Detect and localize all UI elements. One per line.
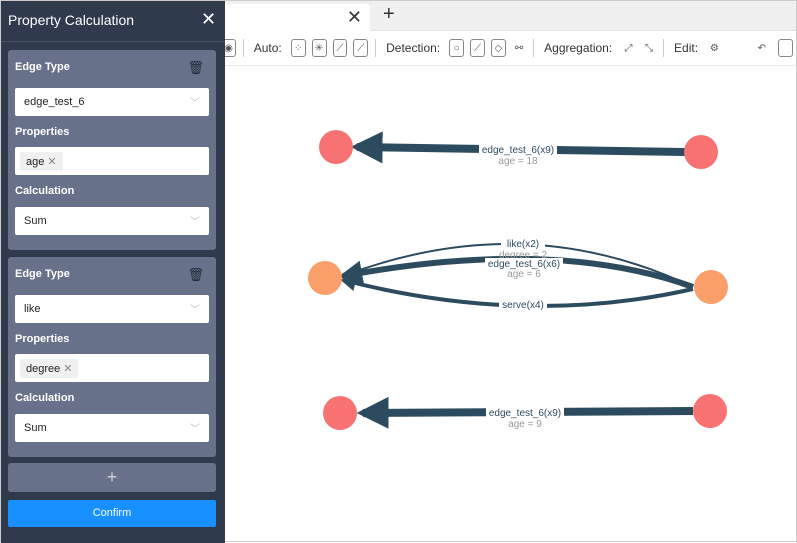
auto-unlink-icon[interactable]: ⟋ [353, 39, 369, 57]
chevron-down-icon: ﹀ [190, 98, 200, 109]
chevron-down-icon: ﹀ [190, 305, 200, 316]
toolbar: ◉ Auto: ⁘ ✳ ⟋ ⟋ Detection: ○ ⟋ ◇ ⚯ Aggregation… [221, 31, 796, 66]
edge-type-label: Edge Type [15, 61, 70, 73]
calculation-value: Sum [24, 422, 47, 434]
disaggregate-icon[interactable]: ⤡ [642, 39, 657, 57]
undo-icon[interactable]: ↶ [755, 39, 770, 57]
property-tag: degree ✕ [20, 358, 79, 378]
calculation-label: Calculation [15, 185, 75, 197]
calculation-select[interactable]: Sum ﹀ [15, 414, 209, 442]
remove-tag-icon[interactable]: ✕ [47, 156, 56, 168]
tab-bar: ✕ + [225, 1, 796, 31]
edit-style-icon[interactable]: ⚙ [707, 39, 722, 57]
property-tag-label: degree [26, 362, 61, 375]
property-calculation-panel: Property Calculation ✕ Edge Type 🗑 edge_… [1, 1, 225, 543]
properties-select[interactable]: degree ✕ [15, 354, 209, 382]
new-tab-button[interactable]: + [383, 3, 395, 26]
calculation-value: Sum [24, 215, 47, 227]
chevron-down-icon: ﹀ [190, 424, 200, 435]
property-tag: age ✕ [20, 151, 63, 171]
detect-edge-icon[interactable]: ⟋ [470, 39, 485, 57]
node[interactable] [323, 396, 357, 430]
detect-cycle-icon[interactable]: ◇ [490, 39, 506, 57]
edge-sublabel: age = 9 [508, 419, 542, 430]
close-icon[interactable]: ✕ [201, 9, 216, 30]
node[interactable] [693, 394, 727, 428]
confirm-button[interactable]: Confirm [8, 500, 216, 527]
aggregation-label: Aggregation: [544, 41, 613, 55]
calculation-select[interactable]: Sum ﹀ [15, 207, 209, 235]
calculation-label: Calculation [15, 392, 75, 404]
panel-title: Property Calculation [8, 12, 135, 28]
edge-type-select[interactable]: edge_test_6 ﹀ [15, 88, 209, 116]
trash-icon[interactable]: 🗑 [187, 267, 204, 283]
edge-sublabel: age = 18 [498, 156, 538, 167]
detect-cluster-icon[interactable]: ⚯ [512, 39, 527, 57]
node[interactable] [319, 130, 353, 164]
auto-collapse-icon[interactable]: ✳ [311, 39, 327, 57]
tab-active[interactable]: ✕ [225, 4, 370, 31]
auto-label: Auto: [253, 41, 282, 55]
edit-label: Edit: [674, 41, 699, 55]
properties-label: Properties [15, 333, 70, 345]
edge-label: edge_test_6(x9) [482, 145, 554, 156]
edge-label: like(x2) [507, 239, 539, 250]
node[interactable] [684, 135, 718, 169]
graph-canvas[interactable]: edge_test_6(x9) age = 18 like(x2) degree… [225, 67, 797, 543]
properties-select[interactable]: age ✕ [15, 147, 209, 175]
divider [663, 39, 665, 57]
detection-label: Detection: [386, 41, 441, 55]
edge-rule-card: Edge Type 🗑 like ﹀ Properties degree ✕ Cal… [8, 257, 216, 457]
edge-type-value: edge_test_6 [24, 96, 85, 108]
divider [242, 39, 244, 57]
edge-rule-card: Edge Type 🗑 edge_test_6 ﹀ Properties age ✕… [8, 50, 216, 250]
add-rule-button[interactable]: + [8, 463, 216, 492]
properties-label: Properties [15, 126, 70, 138]
close-tab-icon[interactable]: ✕ [347, 7, 362, 28]
property-tag-label: age [26, 155, 45, 168]
redo-icon[interactable] [778, 39, 793, 57]
edge-type-select[interactable]: like ﹀ [15, 295, 209, 323]
edge-sublabel: age = 6 [507, 269, 541, 280]
edge-type-label: Edge Type [15, 268, 70, 280]
divider [375, 39, 377, 57]
divider [1, 41, 225, 42]
edge-type-value: like [24, 303, 41, 315]
trash-icon[interactable]: 🗑 [187, 60, 204, 76]
aggregate-icon[interactable]: ⤢ [621, 39, 636, 57]
divider [533, 39, 535, 57]
detect-node-icon[interactable]: ○ [449, 39, 465, 57]
chevron-down-icon: ﹀ [190, 217, 200, 228]
node[interactable] [694, 270, 728, 304]
auto-layout-icon[interactable]: ⁘ [290, 39, 306, 57]
edge-label: serve(x4) [502, 300, 544, 311]
auto-link-icon[interactable]: ⟋ [332, 39, 348, 57]
edge-label: edge_test_6(x9) [489, 408, 561, 419]
remove-tag-icon[interactable]: ✕ [63, 363, 72, 375]
node[interactable] [308, 261, 342, 295]
